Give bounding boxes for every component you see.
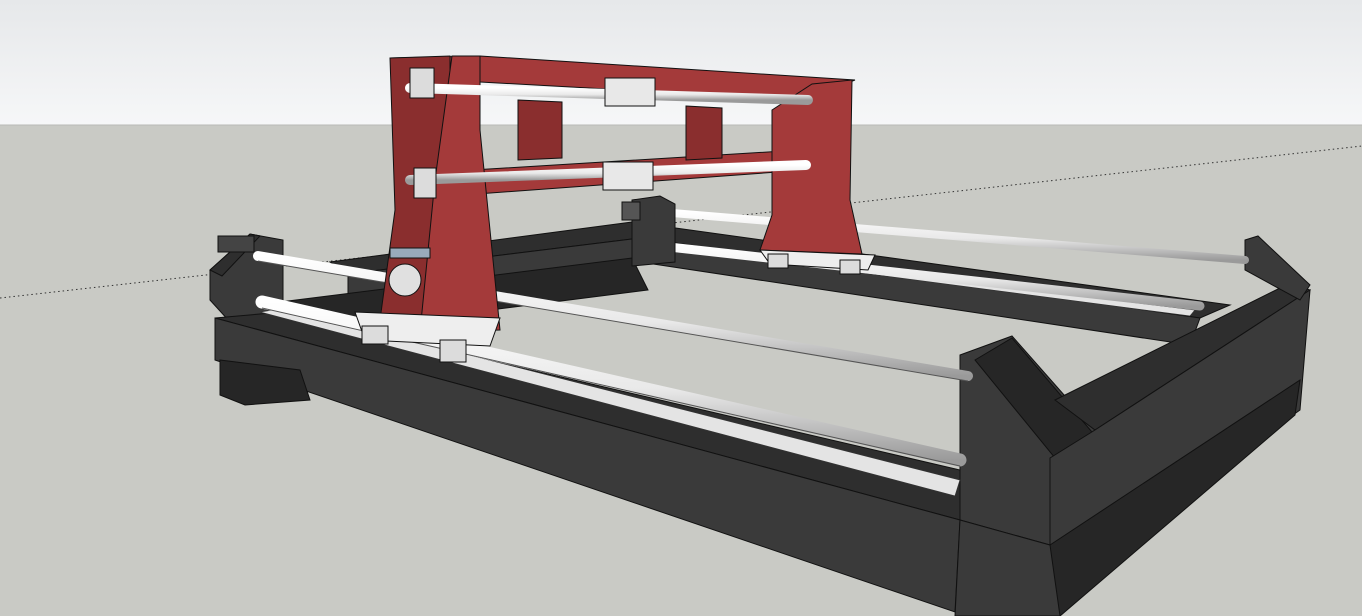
top-bearing-block — [409, 67, 435, 99]
sketchup-viewport[interactable] — [0, 0, 1362, 616]
near-foot-bearing-1 — [361, 325, 389, 345]
far-foot-bearing-1 — [767, 253, 789, 269]
sky-background — [0, 0, 1362, 125]
gantry-connector-right — [685, 105, 723, 161]
left-stepper-motor[interactable] — [217, 235, 255, 253]
gantry-top-carriage[interactable] — [604, 77, 656, 107]
3d-model-canvas[interactable] — [0, 0, 1362, 616]
lead-screw-bearing[interactable] — [388, 263, 422, 297]
back-stepper-motor[interactable] — [621, 201, 641, 221]
mid-bearing-block — [413, 167, 437, 199]
far-foot-bearing-2 — [839, 259, 861, 275]
gantry-connector-left — [517, 99, 563, 161]
near-foot-bearing-2 — [439, 339, 467, 363]
gantry-mid-carriage[interactable] — [602, 161, 654, 191]
gantry-plate-window — [389, 247, 431, 259]
